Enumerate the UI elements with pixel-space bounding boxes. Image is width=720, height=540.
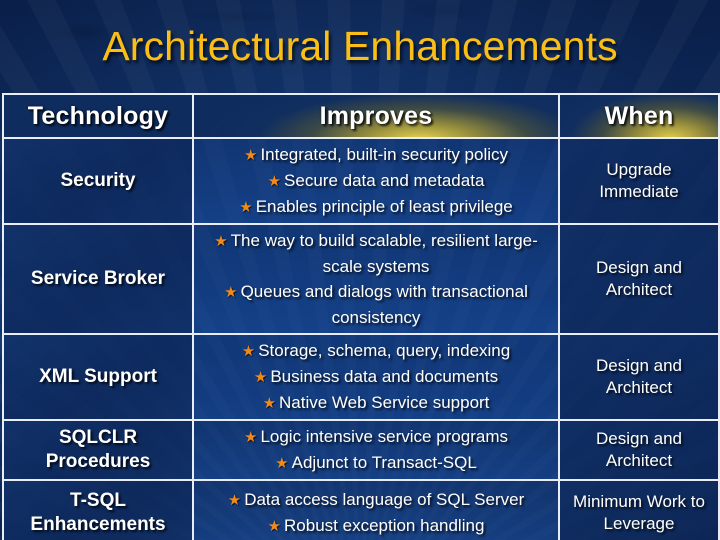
bullet-item: ★ Enables principle of least privilege	[200, 194, 552, 220]
technology-label: SQLCLR Procedures	[45, 427, 151, 472]
when-label: Design and Architect	[595, 258, 682, 299]
bullet-item: ★ Queues and dialogs with transactional c…	[200, 279, 552, 330]
cell-improves: ★ Data access language of SQL Server ★ Robu…	[192, 479, 560, 540]
star-bullet-icon: ★	[275, 455, 289, 472]
table-row: XML Support ★ Storage, schema, query, inde…	[2, 333, 720, 421]
cell-when: Design and Architect	[558, 419, 720, 481]
star-bullet-icon: ★	[239, 199, 253, 216]
cell-technology: XML Support	[2, 333, 194, 421]
bullet-item: ★ Data access language of SQL Server	[200, 487, 552, 513]
bullet-item: ★ Adjunct to Transact-SQL	[200, 450, 552, 476]
table-row: Security ★ Integrated, built-in security p…	[2, 137, 720, 225]
bullet-text: Robust exception handling	[284, 515, 485, 535]
star-bullet-icon: ★	[267, 517, 282, 535]
star-bullet-icon: ★	[262, 395, 277, 412]
when-label: Minimum Work to Leverage	[573, 491, 705, 533]
bullet-item: ★ Native Web Service support	[200, 390, 552, 416]
bullet-text: Enables principle of least privilege	[255, 197, 513, 216]
bullet-text: The way to build scalable, resilient lar…	[230, 231, 538, 276]
cell-improves: ★ Logic intensive service programs ★ Adjunc…	[192, 419, 560, 481]
technology-label: T-SQL Enhancements	[30, 489, 166, 535]
header-label-when: When	[604, 102, 674, 130]
star-bullet-icon: ★	[214, 233, 228, 250]
bullet-text: Business data and documents	[270, 367, 499, 386]
cell-improves: ★ Storage, schema, query, indexing ★ Busine…	[192, 333, 560, 421]
improves-bullet-list: ★ Storage, schema, query, indexing ★ Busine…	[194, 335, 558, 419]
technology-label: XML Support	[39, 366, 157, 387]
bullet-item: ★ Storage, schema, query, indexing	[200, 338, 552, 364]
star-bullet-icon: ★	[241, 343, 256, 360]
bullet-item: ★ Integrated, built-in security policy	[200, 142, 552, 168]
bullet-text: Secure data and metadata	[284, 171, 485, 190]
cell-when: Minimum Work to Leverage	[558, 479, 720, 540]
bullet-item: ★ Robust exception handling	[200, 513, 552, 539]
header-label-technology: Technology	[27, 102, 169, 130]
star-bullet-icon: ★	[243, 147, 258, 164]
cell-improves: ★ Integrated, built-in security policy ★ Se…	[192, 137, 560, 225]
bullet-text: Integrated, built-in security policy	[260, 145, 508, 164]
header-label-improves: Improves	[319, 102, 433, 130]
star-bullet-icon: ★	[224, 284, 238, 301]
cell-when: Upgrade Immediate	[558, 137, 720, 225]
star-bullet-icon: ★	[243, 429, 258, 446]
star-bullet-icon: ★	[267, 173, 282, 190]
table-body: Technology Improves When Security ★ Integr…	[2, 93, 720, 540]
bullet-item: ★ The way to build scalable, resilient la…	[200, 228, 552, 279]
when-label: Upgrade Immediate	[599, 160, 679, 201]
bullet-item: ★ Secure data and metadata	[200, 168, 552, 194]
bullet-text: Native Web Service support	[279, 393, 490, 412]
cell-technology: Security	[2, 137, 194, 225]
header-cell-improves: Improves	[192, 93, 560, 139]
improves-bullet-list: ★ Logic intensive service programs ★ Adjunc…	[194, 421, 558, 479]
table-header-row: Technology Improves When	[2, 93, 720, 139]
presentation-slide: Architectural Enhancements Technology Im…	[0, 0, 720, 540]
improves-bullet-list: ★ The way to build scalable, resilient la…	[194, 225, 558, 333]
bullet-text: Adjunct to Transact-SQL	[291, 453, 477, 472]
technology-label: Service Broker	[30, 268, 166, 289]
header-cell-when: When	[558, 93, 720, 139]
comparison-table-wrapper: Technology Improves When Security ★ Integr…	[2, 93, 720, 540]
improves-bullet-list: ★ Data access language of SQL Server ★ Robu…	[194, 484, 558, 540]
when-label: Design and Architect	[595, 429, 682, 470]
bullet-text: Data access language of SQL Server	[244, 489, 525, 509]
cell-when: Design and Architect	[558, 333, 720, 421]
header-cell-technology: Technology	[2, 93, 194, 139]
cell-technology: SQLCLR Procedures	[2, 419, 194, 481]
slide-title: Architectural Enhancements	[102, 23, 618, 69]
improves-bullet-list: ★ Integrated, built-in security policy ★ Se…	[194, 139, 558, 223]
cell-when: Design and Architect	[558, 223, 720, 335]
bullet-item: ★ Business data and documents	[200, 364, 552, 390]
when-label: Design and Architect	[595, 356, 682, 397]
bullet-text: Logic intensive service programs	[260, 427, 508, 446]
technology-label: Security	[60, 170, 136, 191]
table-row: Service Broker ★ The way to build scalable…	[2, 223, 720, 335]
table-row: SQLCLR Procedures ★ Logic intensive servic…	[2, 419, 720, 481]
cell-improves: ★ The way to build scalable, resilient la…	[192, 223, 560, 335]
cell-technology: Service Broker	[2, 223, 194, 335]
star-bullet-icon: ★	[227, 491, 242, 509]
cell-technology: T-SQL Enhancements	[2, 479, 194, 540]
star-bullet-icon: ★	[253, 369, 268, 386]
bullet-item: ★ Logic intensive service programs	[200, 424, 552, 450]
bullet-text: Queues and dialogs with transactional co…	[240, 282, 528, 327]
table-row: T-SQL Enhancements ★ Data access language …	[2, 479, 720, 540]
bullet-text: Storage, schema, query, indexing	[258, 341, 511, 360]
architectural-enhancements-table: Technology Improves When Security ★ Integr…	[2, 93, 720, 540]
